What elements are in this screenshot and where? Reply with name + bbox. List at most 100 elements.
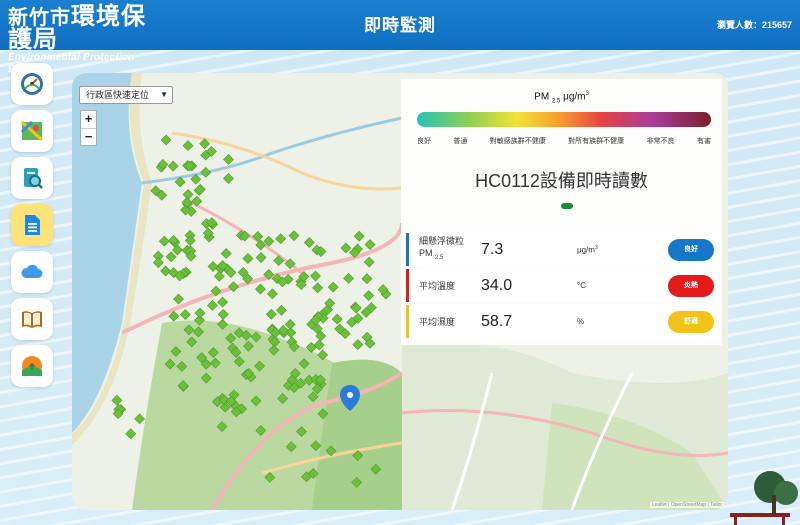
reading-label-line2: PM (419, 248, 433, 259)
district-select-value: 行政區快速定位 (86, 90, 150, 100)
nav-cloud-button[interactable] (11, 251, 53, 293)
reading-label-text: 細懸浮微粒 (419, 236, 465, 247)
reading-label: 平均溫度 (419, 280, 455, 292)
sensor-marker[interactable] (363, 256, 375, 268)
sensor-marker[interactable] (255, 252, 267, 263)
sensor-marker[interactable] (242, 253, 254, 264)
reading-row-humidity: 平均濕度 58.7 % 舒適 (406, 305, 722, 338)
sensor-marker[interactable] (179, 309, 191, 320)
sensor-marker[interactable] (160, 265, 172, 277)
sensor-marker[interactable] (352, 339, 364, 351)
cloud-icon (21, 264, 43, 278)
visitor-counter: 瀏覽人數：215657 (717, 18, 792, 31)
reading-stripe (406, 233, 409, 266)
reading-unit: °C (577, 281, 586, 290)
reading-value: 34.0 (481, 276, 513, 294)
sunset-icon (22, 356, 42, 376)
reading-label: 細懸浮微粒 PM 2.5 (419, 235, 464, 264)
reading-unit-text: % (577, 317, 585, 326)
sensor-marker[interactable] (276, 304, 287, 316)
scale-label: 有害 (696, 138, 711, 145)
sensor-marker[interactable] (340, 242, 352, 254)
zoom-in-button[interactable]: + (81, 111, 96, 128)
reading-unit-text: μg/m (577, 245, 595, 255)
side-navigation (11, 63, 53, 392)
sensor-marker[interactable] (158, 235, 170, 247)
nav-document-button[interactable] (11, 204, 53, 246)
sensor-marker[interactable] (343, 272, 355, 284)
sensor-marker[interactable] (223, 154, 234, 165)
sensor-marker[interactable] (288, 230, 300, 242)
pm-sub: 2.5 (551, 98, 561, 105)
sensor-marker[interactable] (364, 239, 376, 250)
district-select[interactable]: 行政區快速定位 ▼ (79, 86, 173, 104)
scale-label: 對敏感族群不健康 (489, 138, 546, 145)
device-status-indicator (561, 203, 573, 209)
sensor-marker[interactable] (310, 270, 321, 282)
sensor-marker[interactable] (303, 237, 315, 248)
sensor-marker[interactable] (217, 308, 229, 320)
zoom-out-button[interactable]: − (81, 128, 96, 145)
reading-unit: % (577, 317, 584, 326)
sensor-marker[interactable] (275, 233, 287, 245)
sensor-marker[interactable] (165, 251, 177, 263)
sensor-marker[interactable] (313, 339, 325, 351)
sensor-marker[interactable] (182, 189, 194, 200)
pm-unit-sup: 3 (585, 91, 589, 97)
reading-unit: μg/m3 (577, 245, 598, 255)
pm-scale-labels: 良好 普通 對敏感族群不健康 對所有族群不健康 非常不良 有害 (417, 136, 711, 146)
sensor-marker[interactable] (213, 270, 225, 282)
sensor-marker[interactable] (200, 166, 212, 178)
visitor-count: 215657 (761, 20, 792, 30)
sensor-marker[interactable] (266, 288, 278, 300)
pm-label: PM (534, 91, 550, 103)
chevron-down-icon: ▼ (160, 90, 168, 99)
reading-value: 7.3 (481, 240, 504, 258)
header-bar: 新竹市環境保護局 Environmental Protection Bureau… (0, 0, 800, 75)
scale-label: 普通 (453, 138, 468, 145)
sensor-marker[interactable] (265, 308, 277, 320)
scale-label: 對所有族群不健康 (568, 138, 625, 145)
sensor-marker[interactable] (111, 394, 123, 406)
reading-label-text: 平均溫度 (419, 280, 456, 291)
search-document-icon (24, 168, 43, 189)
visitor-label: 瀏覽人數： (716, 20, 762, 30)
sensor-marker[interactable] (222, 173, 234, 184)
sensor-marker[interactable] (207, 299, 218, 311)
sensor-marker[interactable] (353, 230, 365, 242)
sensor-marker[interactable] (255, 283, 266, 295)
nav-sunset-button[interactable] (11, 345, 53, 387)
sensor-marker[interactable] (125, 428, 137, 440)
reading-unit-sup: 3 (594, 244, 598, 251)
nav-map-button[interactable] (11, 110, 53, 152)
page-title: 即時監測 (364, 16, 436, 35)
sensor-marker[interactable] (194, 307, 206, 319)
reading-stripe (406, 305, 409, 338)
sensor-marker[interactable] (207, 261, 219, 272)
status-badge: 炎熱 (668, 274, 714, 297)
sensor-marker[interactable] (363, 290, 375, 301)
sensor-marker[interactable] (167, 160, 179, 172)
sensor-marker[interactable] (182, 140, 194, 152)
zoom-control: + − (80, 110, 97, 146)
reading-label: 平均濕度 (419, 316, 455, 328)
sensor-marker[interactable] (331, 313, 343, 325)
sensor-marker[interactable] (160, 134, 172, 146)
reading-stripe (406, 269, 409, 302)
sensor-marker[interactable] (152, 257, 164, 269)
sensor-marker[interactable] (217, 296, 229, 308)
sensor-marker[interactable] (327, 281, 339, 293)
sensor-marker[interactable] (173, 293, 184, 305)
nav-gauge-button[interactable] (11, 63, 53, 105)
nav-book-button[interactable] (11, 298, 53, 340)
sensor-marker[interactable] (220, 248, 232, 259)
pm-color-scale (417, 112, 711, 127)
sensor-marker[interactable] (312, 282, 324, 294)
sensor-marker[interactable] (134, 413, 146, 425)
monitoring-map[interactable]: 行政區快速定位 ▼ + − PM 2.5 μg/m3 良好 普通 對敏感族群不健… (72, 73, 728, 510)
sensor-marker[interactable] (361, 273, 373, 285)
reading-row-pm25: 細懸浮微粒 PM 2.5 7.3 μg/m3 良好 (406, 233, 722, 266)
status-badge: 舒適 (668, 310, 714, 333)
nav-search-doc-button[interactable] (11, 157, 53, 199)
pm-scale-title: PM 2.5 μg/m3 (401, 91, 722, 104)
